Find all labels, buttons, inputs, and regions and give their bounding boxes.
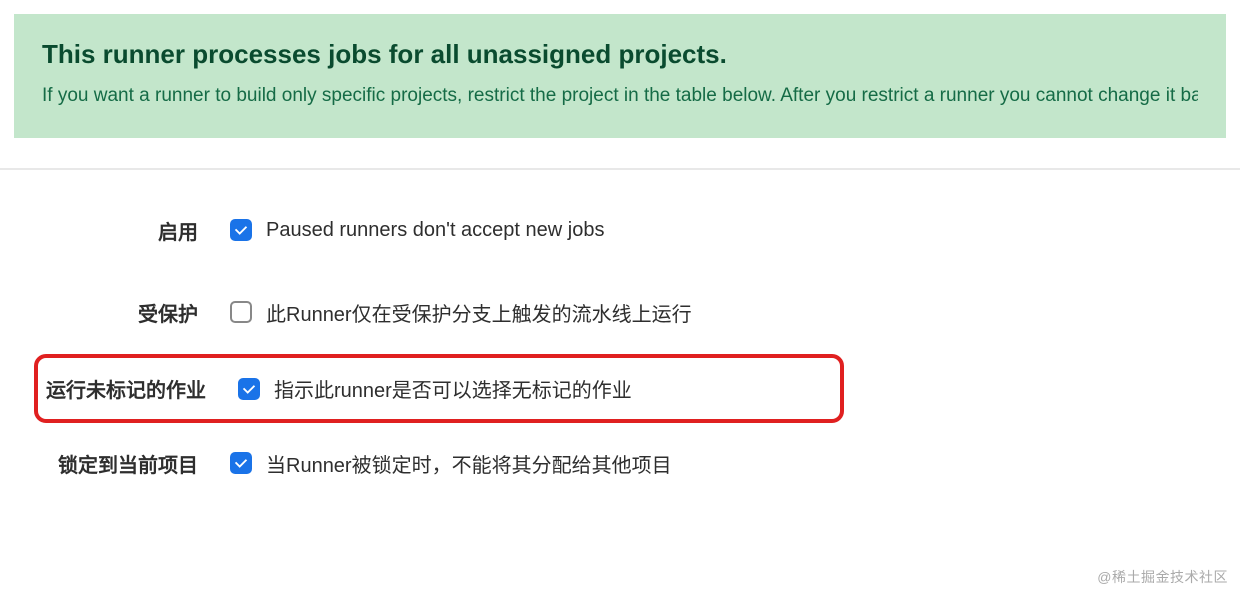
locked-control: 当Runner被锁定时，不能将其分配给其他项目	[230, 449, 672, 478]
untagged-label: 运行未标记的作业	[42, 374, 238, 403]
protected-row: 受保护 此Runner仅在受保护分支上触发的流水线上运行	[30, 292, 1210, 332]
locked-checkbox[interactable]	[230, 452, 252, 474]
enable-checkbox-label: Paused runners don't accept new jobs	[266, 219, 604, 242]
locked-label: 锁定到当前项目	[30, 449, 230, 478]
alert-title: This runner processes jobs for all unass…	[42, 38, 1198, 72]
alert-description: If you want a runner to build only speci…	[42, 82, 1198, 111]
check-icon	[242, 382, 256, 396]
protected-label: 受保护	[30, 298, 230, 327]
enable-label: 启用	[30, 216, 230, 245]
locked-checkbox-label: 当Runner被锁定时，不能将其分配给其他项目	[266, 449, 672, 478]
untagged-checkbox-label: 指示此runner是否可以选择无标记的作业	[274, 374, 632, 403]
protected-control: 此Runner仅在受保护分支上触发的流水线上运行	[230, 298, 692, 327]
info-alert: This runner processes jobs for all unass…	[14, 14, 1226, 138]
enable-row: 启用 Paused runners don't accept new jobs	[30, 210, 1210, 250]
enable-control: Paused runners don't accept new jobs	[230, 219, 604, 242]
check-icon	[234, 456, 248, 470]
untagged-checkbox[interactable]	[238, 378, 260, 400]
enable-checkbox[interactable]	[230, 219, 252, 241]
protected-checkbox[interactable]	[230, 301, 252, 323]
watermark-text: @稀土掘金技术社区	[1097, 567, 1228, 587]
runner-settings-form: 启用 Paused runners don't accept new jobs …	[0, 170, 1240, 483]
untagged-control: 指示此runner是否可以选择无标记的作业	[238, 374, 632, 403]
locked-row: 锁定到当前项目 当Runner被锁定时，不能将其分配给其他项目	[30, 443, 1210, 483]
highlighted-untagged-row: 运行未标记的作业 指示此runner是否可以选择无标记的作业	[34, 354, 844, 423]
check-icon	[234, 223, 248, 237]
protected-checkbox-label: 此Runner仅在受保护分支上触发的流水线上运行	[266, 298, 692, 327]
